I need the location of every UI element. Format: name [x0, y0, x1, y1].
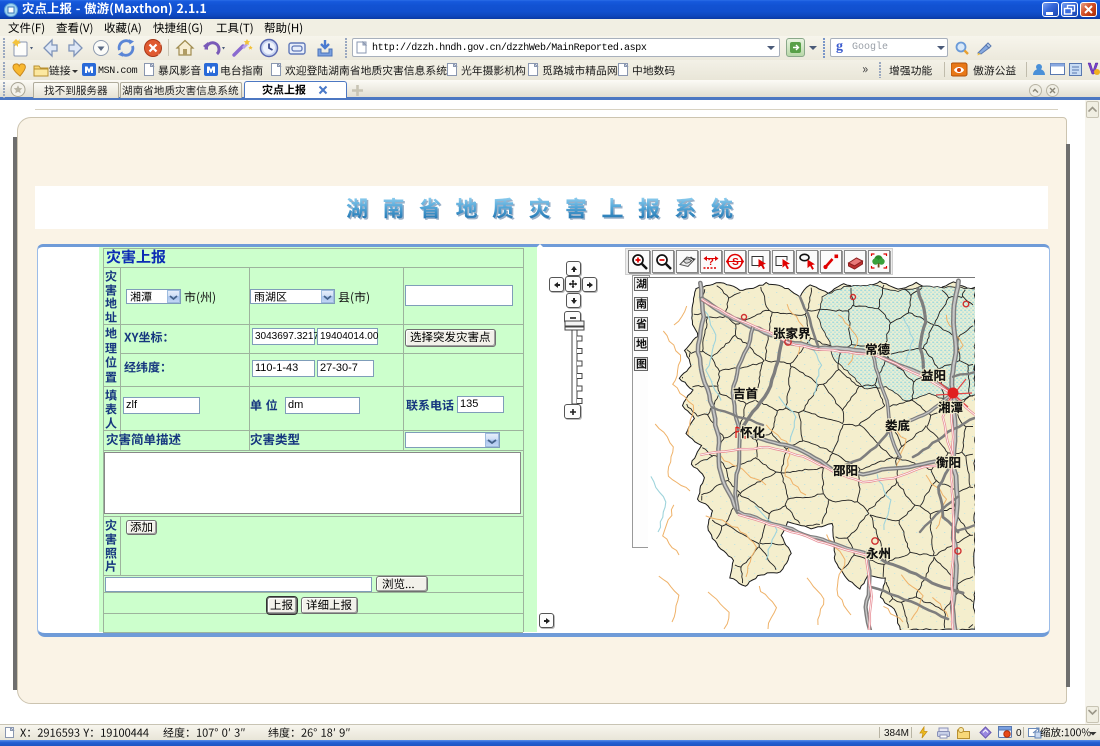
svg-text:S: S [732, 257, 739, 268]
svg-text:?: ? [708, 257, 714, 268]
